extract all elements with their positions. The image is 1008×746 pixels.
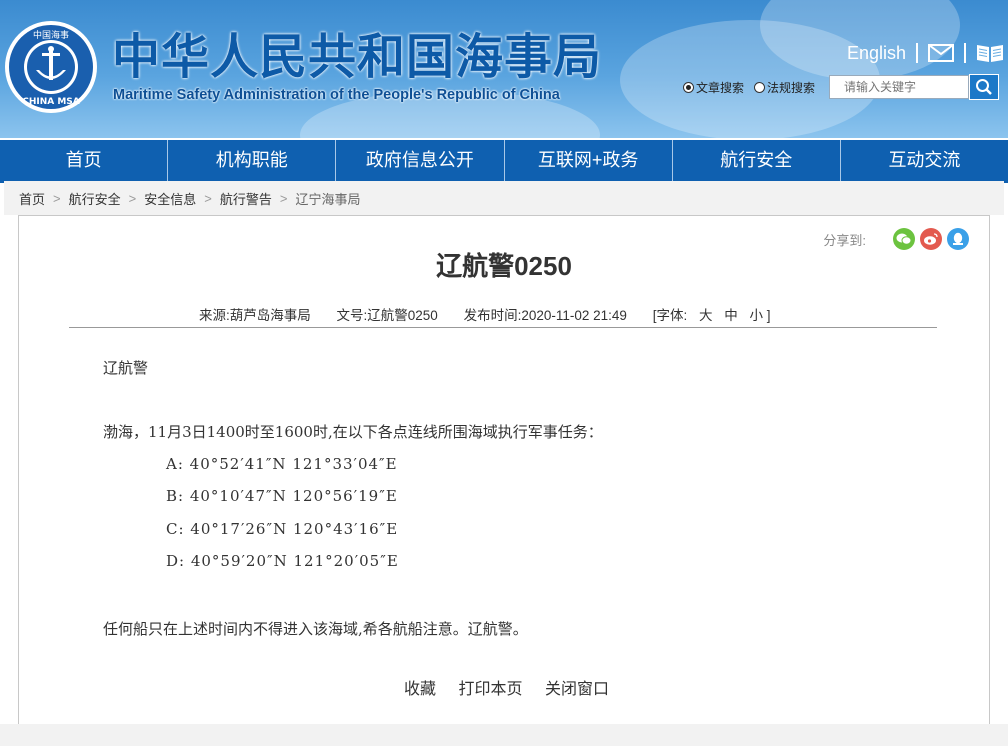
print-button[interactable]: 打印本页 [458, 681, 522, 698]
nav-item-gov-info[interactable]: 政府信息公开 [336, 140, 505, 183]
chevron-right-icon: > [53, 190, 61, 206]
nav-item-functions[interactable]: 机构职能 [168, 140, 337, 183]
radio-dot[interactable] [683, 81, 694, 93]
article-publish-time: 发布时间:2020-11-02 21:49 [463, 308, 627, 323]
nav-item-home[interactable]: 首页 [0, 140, 169, 183]
divider [916, 43, 918, 63]
divider-line [69, 327, 937, 328]
nav-item-navigation-safety[interactable]: 航行安全 [673, 140, 841, 183]
english-link[interactable]: English [847, 43, 906, 64]
font-size-large[interactable]: 大 [699, 308, 713, 323]
article-source: 来源:葫芦岛海事局 [199, 308, 311, 323]
breadcrumb-navigation-safety[interactable]: 航行安全 [69, 189, 121, 208]
radio-label: 文章搜索 [696, 80, 745, 95]
book-icon[interactable] [976, 43, 1004, 63]
breadcrumb-safety-info[interactable]: 安全信息 [144, 189, 196, 208]
article-panel: 分享到: 辽航警0250 来源:葫芦岛海事局 文号:辽航警0250 发布时间:2… [18, 215, 990, 725]
article-doc-number: 文号:辽航警0250 [336, 308, 438, 323]
article-actions: 收藏 打印本页 关闭窗口 [404, 675, 627, 699]
coordinate-d: D: 40°59′20″N 121°20′05″E [166, 552, 399, 570]
site-header: 中国海事 CHINA MSA 中华人民共和国海事局 Maritime Safet… [0, 0, 1008, 138]
top-links: English [847, 38, 1008, 68]
font-size-switcher: [字体: 大 中 小 ] [653, 308, 779, 323]
chevron-right-icon: > [204, 190, 212, 206]
logo-text-bottom: CHINA MSA [22, 97, 80, 107]
article-paragraph-2: 渤海，11月3日1400时至1600时,在以下各点连线所围海域执行军事任务： [103, 423, 603, 441]
mail-icon[interactable] [928, 44, 954, 62]
breadcrumb-nav-warning[interactable]: 航行警告 [220, 189, 272, 208]
search-button[interactable] [969, 74, 1000, 100]
site-title-cn: 中华人民共和国海事局 [112, 29, 603, 85]
radio-label: 法规搜索 [767, 80, 816, 95]
breadcrumb: 首页 > 航行安全 > 安全信息 > 航行警告 > 辽宁海事局 [4, 181, 1004, 215]
coordinate-c: C: 40°17′26″N 120°43′16″E [166, 520, 399, 538]
breadcrumb-current[interactable]: 辽宁海事局 [295, 189, 360, 208]
radio-dot[interactable] [754, 81, 766, 93]
close-window-button[interactable]: 关闭窗口 [545, 681, 609, 698]
footer-band [0, 724, 1008, 746]
nav-item-interaction[interactable]: 互动交流 [841, 140, 1008, 183]
article-meta: 来源:葫芦岛海事局 文号:辽航警0250 发布时间:2020-11-02 21:… [199, 304, 801, 324]
search-input[interactable] [829, 75, 970, 99]
main-nav: 首页 机构职能 政府信息公开 互联网+政务 航行安全 互动交流 [0, 138, 1008, 183]
font-size-label: [字体: [652, 308, 688, 323]
chevron-right-icon: > [128, 190, 137, 206]
article-title: 辽航警0250 [436, 251, 572, 281]
logo-text-top: 中国海事 [33, 29, 69, 41]
chevron-right-icon: > [279, 190, 288, 206]
font-size-small[interactable]: 小 ] [750, 308, 771, 323]
radio-regulation-search[interactable]: 法规搜索 [754, 79, 815, 96]
search-icon [976, 79, 992, 95]
article-paragraph-3: 任何船只在上述时间内不得进入该海域,希各航船注意。辽航警。 [103, 620, 528, 638]
site-title-en: Maritime Safety Administration of the Pe… [113, 87, 560, 103]
font-size-medium[interactable]: 中 [724, 308, 738, 323]
favorite-button[interactable]: 收藏 [404, 681, 436, 698]
article-paragraph-1: 辽航警 [103, 359, 149, 377]
coordinate-a: A: 40°52′41″N 121°33′04″E [166, 455, 398, 473]
divider [964, 43, 966, 63]
radio-article-search[interactable]: 文章搜索 [683, 79, 744, 96]
nav-item-internet-gov[interactable]: 互联网+政务 [505, 140, 673, 183]
breadcrumb-home[interactable]: 首页 [19, 189, 45, 208]
coordinate-b: B: 40°10′47″N 120°56′19″E [166, 487, 398, 505]
search-bar: 文章搜索 法规搜索 [683, 74, 1000, 100]
msa-logo[interactable]: 中国海事 CHINA MSA [4, 20, 98, 114]
